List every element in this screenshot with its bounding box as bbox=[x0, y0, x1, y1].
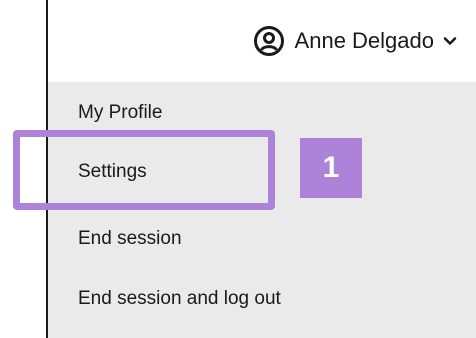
user-name: Anne Delgado bbox=[294, 28, 434, 53]
menu-item-end-session-log-out[interactable]: End session and log out bbox=[78, 288, 281, 310]
chevron-down-icon bbox=[442, 33, 458, 49]
menu-item-my-profile[interactable]: My Profile bbox=[78, 102, 162, 124]
user-header: Anne Delgado bbox=[48, 0, 476, 82]
settings-highlight-box bbox=[13, 130, 275, 210]
user-dropdown-menu: My Profile Settings End session End sess… bbox=[48, 82, 476, 338]
user-menu-toggle[interactable]: Anne Delgado bbox=[253, 25, 458, 57]
user-circle-icon bbox=[253, 25, 285, 57]
menu-item-end-session[interactable]: End session bbox=[78, 228, 182, 250]
step-badge: 1 bbox=[300, 138, 362, 198]
